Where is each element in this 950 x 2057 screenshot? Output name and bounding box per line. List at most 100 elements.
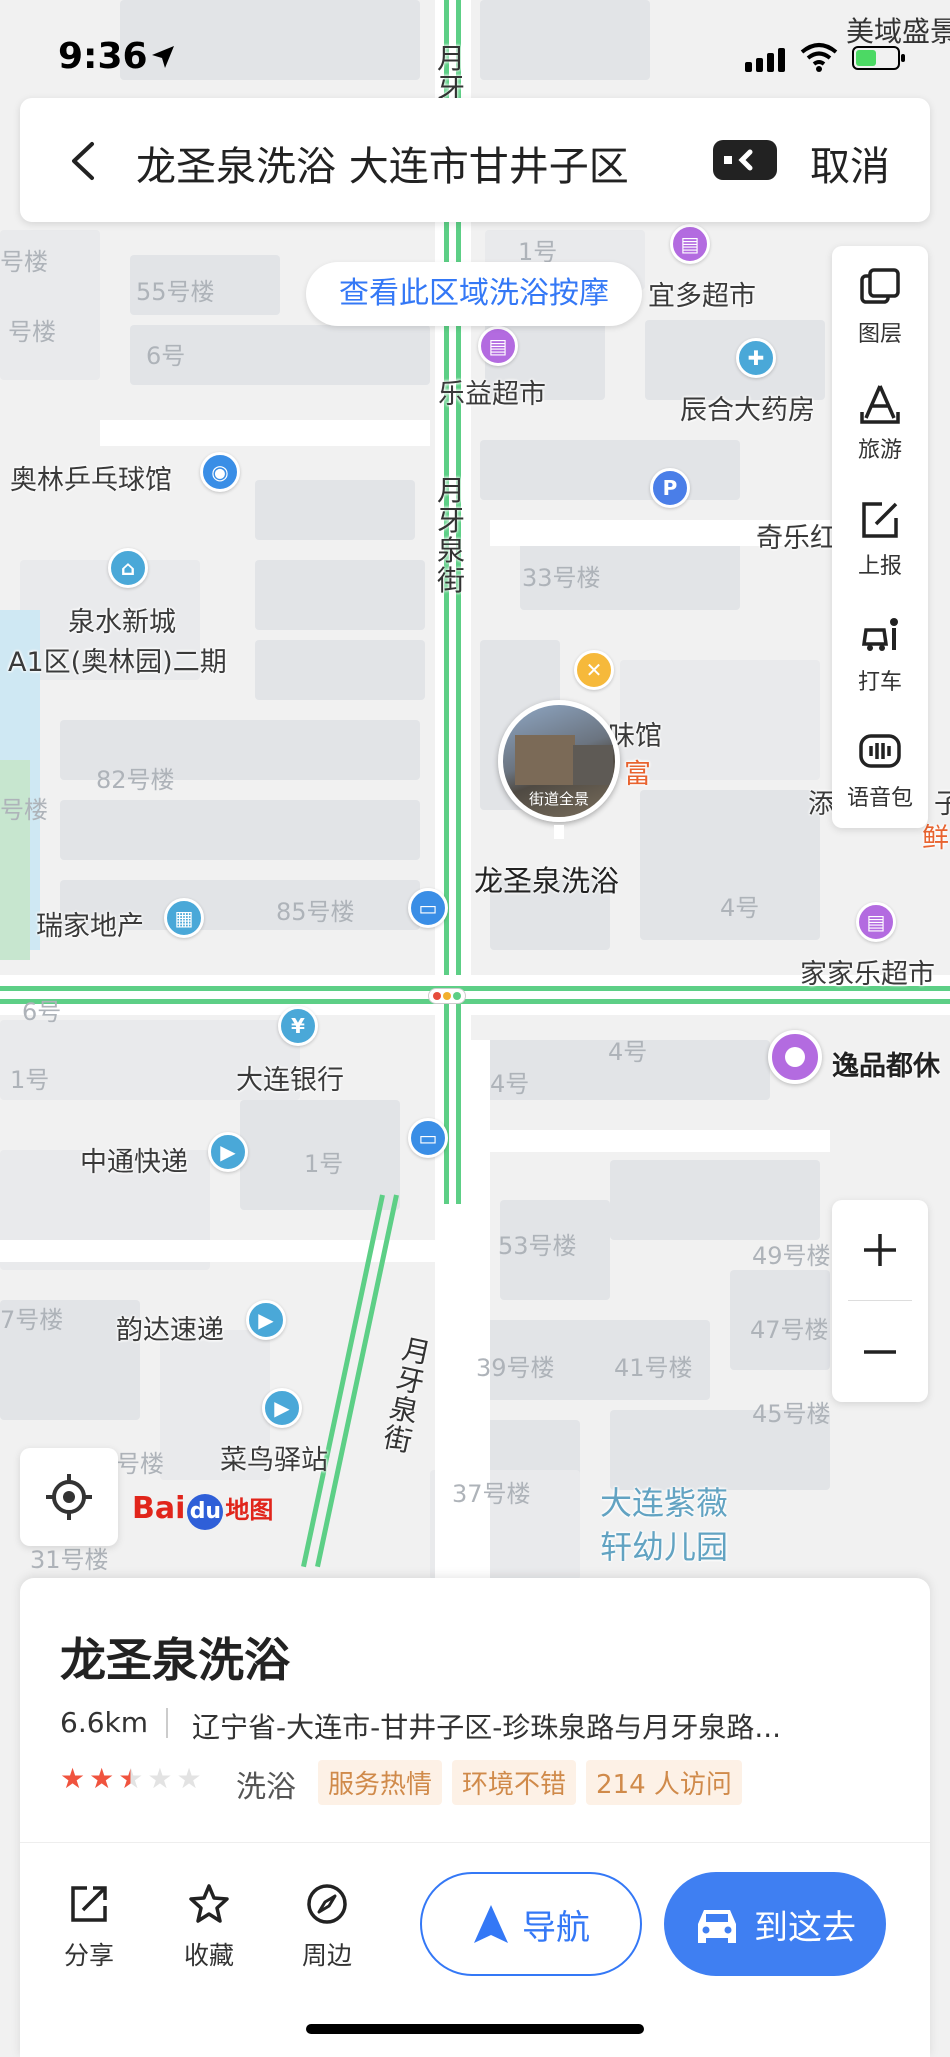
building-label: 53号楼 [498,1232,577,1260]
poi-label[interactable]: 大连紫薇 [600,1478,728,1524]
poi-label[interactable]: 菜鸟驿站 [220,1438,328,1477]
place-distance: 6.6km [60,1706,149,1739]
building-label: 号楼 [116,1450,164,1478]
traffic-light-icon [428,988,466,1004]
action-label: 周边 [301,1941,352,1970]
location-pin-icon[interactable] [768,1030,822,1084]
voice-pack-button[interactable]: 语音包 [832,710,928,826]
building-label: 6号 [146,342,186,370]
voice-pack-icon [859,734,901,768]
search-bar[interactable]: 龙圣泉洗浴 大连市甘井子区 取消 [20,98,930,222]
poi-label[interactable]: 大连银行 [236,1058,344,1097]
bus-stop-icon[interactable]: ▭ [408,888,448,928]
real-estate-icon[interactable]: ▦ [164,898,204,938]
destination-label[interactable]: 龙圣泉洗浴 [474,858,619,900]
star-icon: ★ [147,1762,173,1795]
half-star-icon: ★ [118,1762,144,1795]
favorite-button[interactable]: 收藏 [164,1882,254,1972]
nearby-button[interactable]: 周边 [282,1882,372,1972]
toolbar-label: 打车 [857,670,902,695]
baidu-map-logo: Bai du 地图 [132,1490,273,1530]
search-this-area-button[interactable]: 查看此区域洗浴按摩 [306,262,642,326]
go-here-button[interactable]: 到这去 [664,1872,886,1976]
toolbar-label: 图层 [857,322,902,347]
poi-label[interactable]: 奥林乒乓球馆 [10,458,172,497]
share-button[interactable]: 分享 [44,1882,134,1972]
supermarket-icon[interactable]: ▤ [478,326,518,366]
poi-label[interactable]: 中通快递 [80,1140,188,1179]
poi-label[interactable]: 宜多超市 [648,274,756,313]
building-label: 47号楼 [750,1316,829,1344]
poi-label[interactable]: 富 [624,752,651,791]
poi-label[interactable]: 辰合大药房 [680,388,815,427]
building-label: 4号 [608,1038,648,1066]
locate-me-button[interactable] [20,1448,118,1546]
residential-icon[interactable]: ⌂ [108,548,148,588]
pharmacy-icon[interactable]: ✚ [736,338,776,378]
express-icon[interactable]: ▶ [246,1300,286,1340]
car-icon [698,1910,736,1943]
poi-label[interactable]: 逸品都休 [832,1044,940,1083]
bank-icon[interactable]: ¥ [278,1006,318,1046]
locate-icon [46,1474,92,1520]
share-icon [71,1886,107,1922]
building-label: 49号楼 [752,1242,831,1270]
zoom-out-button[interactable] [832,1302,928,1402]
poi-label[interactable]: 添 [808,782,835,821]
tag-badge: 服务热情 [318,1760,443,1805]
poi-label[interactable]: 韵达速递 [116,1308,224,1347]
road-label: 月牙泉街 [380,1332,434,1459]
cancel-button[interactable]: 取消 [810,134,890,192]
travel-button[interactable]: 旅游 [832,362,928,478]
street-view-tag: 街道全景 [528,790,589,808]
poi-label[interactable]: 瑞家地产 [36,904,144,943]
star-icon: ★ [60,1762,86,1795]
place-detail-card[interactable]: 龙圣泉洗浴 6.6km 辽宁省-大连市-甘井子区-珍珠泉路与月牙泉路... ★ … [20,1578,930,2057]
report-icon [862,502,898,538]
travel-icon [860,385,900,424]
sports-icon[interactable]: ◉ [200,452,240,492]
action-label: 收藏 [183,1941,234,1970]
signal-icon [745,48,785,72]
express-icon[interactable]: ▶ [262,1388,302,1428]
express-icon[interactable]: ▶ [208,1132,248,1172]
navigate-button[interactable]: 导航 [420,1872,642,1976]
building-label: 55号楼 [136,278,215,306]
search-query[interactable]: 龙圣泉洗浴 大连市甘井子区 [136,134,629,192]
report-button[interactable]: 上报 [832,478,928,594]
place-tags: 服务热情 环境不错 214 人访问 [318,1760,742,1805]
poi-label[interactable]: 轩幼儿园 [600,1522,728,1568]
poi-label[interactable]: A1区(奥林园)二期 [8,640,227,679]
building-label: 82号楼 [96,766,175,794]
building-label: 45号楼 [752,1400,831,1428]
map-edge-label: 美域盛景 [846,15,950,48]
home-indicator[interactable] [306,2024,644,2034]
poi-label[interactable]: 乐益超市 [438,372,546,411]
building-label: 4号 [490,1070,530,1098]
building-label: 39号楼 [476,1354,555,1382]
supermarket-icon[interactable]: ▤ [856,902,896,942]
poi-label[interactable]: 泉水新城 [68,600,176,639]
zoom-in-button[interactable] [832,1200,928,1300]
building-label: 7号楼 [0,1306,64,1334]
back-arrow-icon[interactable] [60,136,110,186]
star-icon: ★ [89,1762,115,1795]
layers-button[interactable]: 图层 [832,246,928,362]
parking-icon[interactable]: P [650,468,690,508]
status-bar: 9:36 美域盛景 [0,0,950,90]
toolbar-label: 旅游 [857,438,902,463]
street-view-thumbnail[interactable]: 街道全景 [498,700,620,822]
rating-stars: ★ ★ ★ ★ ★ [60,1762,202,1795]
star-icon [189,1884,229,1923]
supermarket-icon[interactable]: ▤ [670,224,710,264]
poi-label[interactable]: 家家乐超市 [800,952,935,991]
building-label: 4号 [720,894,760,922]
zoom-controls [832,1200,928,1402]
place-category: 洗浴 [236,1770,296,1805]
keyboard-toggle-icon[interactable] [710,134,780,186]
poi-label[interactable]: 奇乐红 [756,516,837,555]
restaurant-icon[interactable]: ✕ [574,650,614,690]
navigate-label: 导航 [522,1907,590,1948]
taxi-button[interactable]: 打车 [832,594,928,710]
bus-stop-icon[interactable]: ▭ [408,1118,448,1158]
